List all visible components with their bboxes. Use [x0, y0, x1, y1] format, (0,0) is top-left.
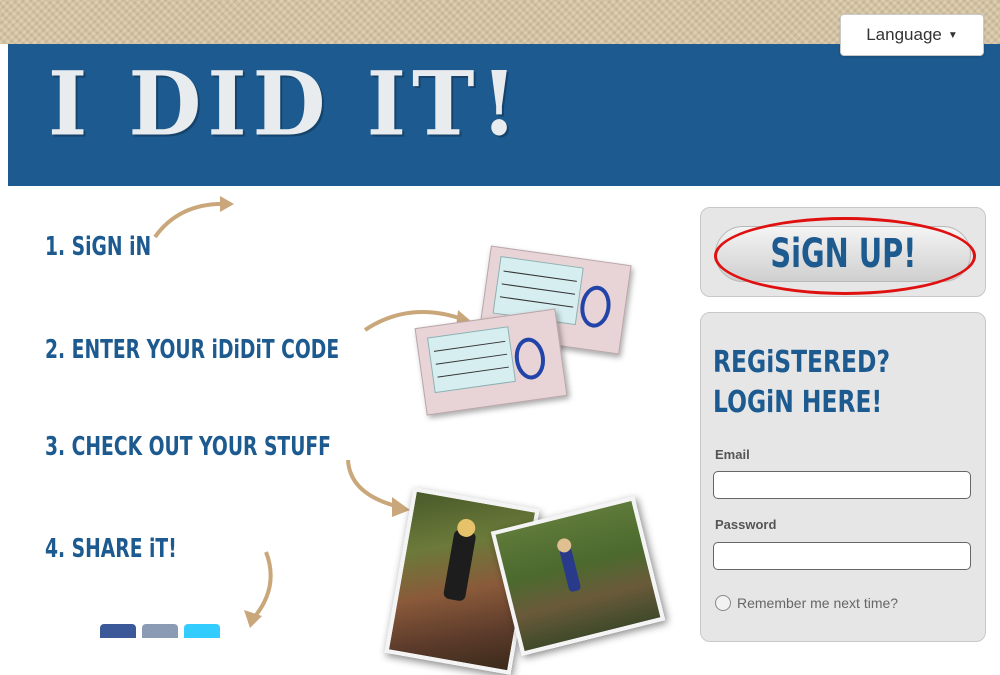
remember-label: Remember me next time?: [737, 595, 899, 611]
arrow-icon: [346, 459, 410, 517]
step-sign-in: 1. SiGN iN: [45, 232, 152, 262]
signup-button[interactable]: SiGN UP!: [715, 226, 971, 282]
step-enter-code: 2. ENTER YOUR iDiDiT CODE: [45, 335, 340, 365]
arrow-icon: [153, 196, 234, 239]
step-check-stuff: 3. CHECK OUT YOUR STUFF: [45, 432, 331, 462]
email-field[interactable]: [713, 471, 971, 499]
caret-down-icon: ▼: [947, 29, 958, 41]
site-header: I DID IT!: [8, 44, 1000, 186]
signup-panel: SiGN UP!: [700, 207, 986, 297]
password-field[interactable]: [713, 542, 971, 570]
step-share: 4. SHARE iT!: [45, 534, 177, 564]
twitter-icon[interactable]: [184, 624, 220, 638]
login-title: REGiSTERED? LOGiN HERE!: [713, 345, 891, 420]
language-label: Language: [866, 25, 942, 44]
language-dropdown[interactable]: Language ▼: [840, 14, 984, 56]
login-panel: REGiSTERED? LOGiN HERE! Email Password R…: [700, 312, 986, 642]
email-label: Email: [715, 447, 750, 462]
tag-card-image: [414, 308, 568, 416]
arrow-icon: [244, 551, 273, 628]
password-label: Password: [715, 517, 777, 532]
share-buttons: [100, 624, 220, 638]
remember-me-row[interactable]: Remember me next time?: [715, 595, 898, 611]
facebook-icon[interactable]: [100, 624, 136, 638]
share-icon[interactable]: [142, 624, 178, 638]
signup-label: SiGN UP!: [769, 231, 916, 277]
logo[interactable]: I DID IT!: [48, 59, 523, 148]
remember-checkbox[interactable]: [715, 595, 731, 611]
